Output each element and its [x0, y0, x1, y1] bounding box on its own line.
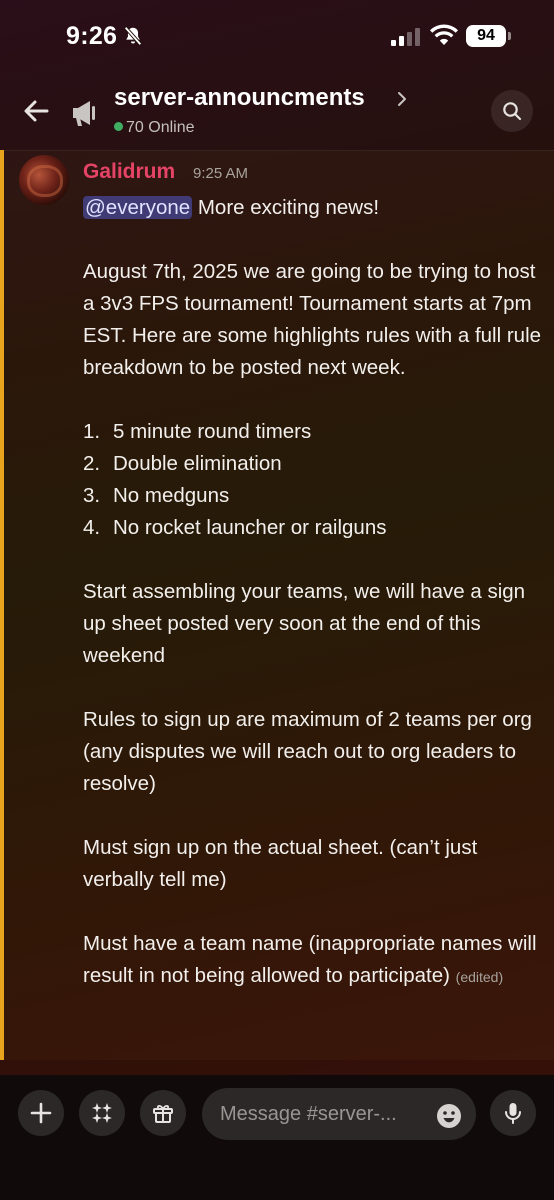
sparkles-apps-icon: [92, 1103, 112, 1123]
back-arrow-icon[interactable]: [20, 95, 52, 127]
gift-button[interactable]: [140, 1090, 186, 1136]
add-attachment-button[interactable]: [18, 1090, 64, 1136]
voice-message-button[interactable]: [490, 1090, 536, 1136]
message-input[interactable]: [202, 1088, 476, 1140]
emoji-icon[interactable]: [436, 1103, 462, 1129]
search-icon: [503, 102, 522, 121]
rules-list: 1. 5 minute round timers 2. Double elimina…: [83, 416, 543, 544]
plus-icon: [30, 1102, 52, 1124]
microphone-icon: [505, 1103, 521, 1124]
message-paragraph: August 7th, 2025 we are going to be tryi…: [83, 260, 542, 379]
cellular-signal-icon: [391, 28, 420, 46]
message-paragraph: Rules to sign up are maximum of 2 teams …: [83, 708, 532, 795]
everyone-mention[interactable]: @everyone: [83, 196, 193, 219]
status-time: 9:26: [66, 22, 118, 50]
wifi-icon: [430, 24, 458, 45]
channel-name[interactable]: server-announcments: [114, 84, 365, 112]
list-item: 2. Double elimination: [83, 452, 282, 475]
announcement-channel-icon: [73, 101, 95, 126]
chevron-right-icon[interactable]: [396, 91, 408, 107]
bell-off-icon: [124, 26, 142, 46]
online-count: 70 Online: [126, 119, 195, 136]
message-intro-line: @everyone More exciting news!: [83, 192, 543, 224]
message-body: @everyone More exciting news! August 7th…: [83, 192, 543, 993]
edited-label: (edited): [455, 969, 504, 985]
channel-header: server-announcments 70 Online: [0, 75, 554, 150]
message-timestamp: 9:25 AM: [193, 165, 249, 182]
message-paragraph-last: Must have a team name (inappropriate nam…: [83, 928, 543, 993]
list-item: 3. No medguns: [83, 484, 230, 507]
mention-highlight-bar: [0, 150, 4, 1060]
list-item: 1. 5 minute round timers: [83, 420, 312, 443]
message-author[interactable]: Galidrum: [83, 160, 175, 184]
message-paragraph: Start assembling your teams, we will hav…: [83, 580, 526, 667]
message-composer: [0, 1075, 554, 1200]
message-paragraph: Must sign up on the actual sheet. (can’t…: [83, 836, 478, 891]
online-status: 70 Online: [114, 119, 195, 137]
gift-icon: [153, 1104, 173, 1123]
screen: 9:26 94 server-announcments 70 Online Ga…: [0, 0, 554, 1200]
avatar[interactable]: [19, 155, 69, 205]
online-dot-icon: [114, 122, 123, 131]
search-button[interactable]: [491, 90, 533, 132]
apps-button[interactable]: [79, 1090, 125, 1136]
battery-indicator: 94: [466, 25, 511, 47]
list-item: 4. No rocket launcher or railguns: [83, 516, 387, 539]
message-intro: More exciting news!: [197, 196, 380, 219]
status-bar: 9:26 94: [0, 0, 554, 70]
